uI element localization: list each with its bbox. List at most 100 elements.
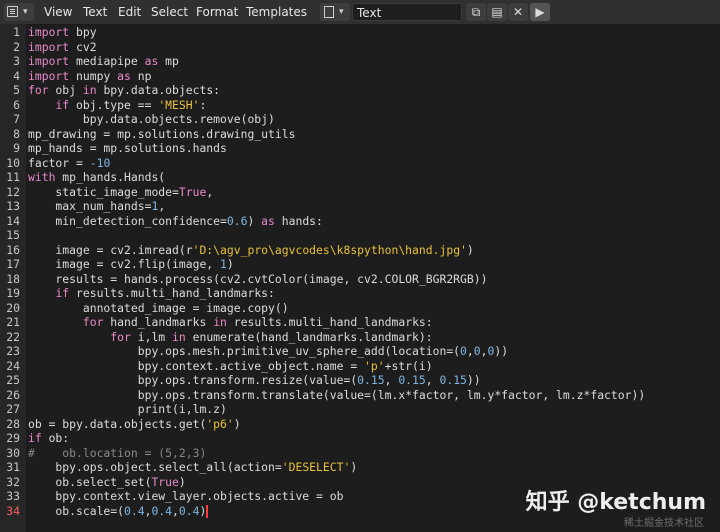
code-line[interactable]: 25 bpy.ops.transform.resize(value=(0.15,… <box>0 373 720 388</box>
line-number: 30 <box>6 445 20 460</box>
code-token: max_num_hands= <box>28 199 152 213</box>
unlink-text-button[interactable]: ✕ <box>508 3 528 21</box>
code-line[interactable]: 26 bpy.ops.transform.translate(value=(lm… <box>0 388 720 403</box>
line-number: 27 <box>6 402 20 416</box>
code-line[interactable]: 30 # ob.location = (5,2,3) <box>0 446 720 461</box>
text-name-field[interactable]: Text <box>352 3 462 21</box>
code-line[interactable]: 9 mp_hands = mp.solutions.hands <box>0 141 720 156</box>
code-line[interactable]: 18 results = hands.process(cv2.cvtColor(… <box>0 272 720 287</box>
line-number: 21 <box>6 315 20 329</box>
code-line[interactable]: 13 max_num_hands=1, <box>0 199 720 214</box>
code-text: bpy.context.active_object.name = 'p'+str… <box>28 359 433 374</box>
code-line[interactable]: 7 bpy.data.objects.remove(obj) <box>0 112 720 127</box>
code-token: cv2 <box>69 39 97 54</box>
code-token: , <box>466 344 474 358</box>
code-line[interactable]: 28 ob = bpy.data.objects.get('p6') <box>0 417 720 432</box>
code-token: 0.6 <box>226 213 248 228</box>
code-text: for obj in bpy.data.objects: <box>28 83 220 98</box>
code-token: bpy.data.objects.remove(obj) <box>28 112 275 126</box>
code-line[interactable]: 22 for i,lm in enumerate(hand_landmarks.… <box>0 330 720 345</box>
line-number: 34 <box>6 503 20 518</box>
code-text: import mediapipe as mp <box>28 54 179 69</box>
code-token: , <box>172 503 179 518</box>
open-text-button[interactable]: ▤ <box>487 3 507 21</box>
code-line[interactable]: 3 import mediapipe as mp <box>0 54 720 69</box>
line-number: 2 <box>13 39 20 54</box>
code-token: for <box>28 83 49 97</box>
code-token: as <box>261 213 275 228</box>
code-text: results = hands.process(cv2.cvtColor(ima… <box>28 272 487 287</box>
code-area[interactable]: 1 import bpy 2 import cv2 3 import mediapipe … <box>0 24 720 532</box>
new-text-button[interactable]: ⧉ <box>466 3 486 21</box>
code-line[interactable]: 27 print(i,lm.z) <box>0 402 720 417</box>
menu-edit[interactable]: Edit <box>112 0 147 24</box>
code-line[interactable]: 5 for obj in bpy.data.objects: <box>0 83 720 98</box>
code-token: mp_hands = mp.solutions.hands <box>28 141 227 155</box>
code-line[interactable]: 29 if ob: <box>0 431 720 446</box>
code-line[interactable]: 12 static_image_mode=True, <box>0 185 720 200</box>
menu-text[interactable]: Text <box>77 0 113 24</box>
line-number: 14 <box>6 213 20 228</box>
code-token: in <box>172 329 186 344</box>
code-token: min_detection_confidence= <box>28 213 227 228</box>
code-token: ob = bpy.data.objects.get( <box>28 416 207 431</box>
code-line[interactable]: 16 image = cv2.imread(r'D:\agv_pro\agvco… <box>0 243 720 258</box>
code-token: )) <box>466 373 481 387</box>
editor-type-dropdown[interactable]: ▾ <box>4 3 34 21</box>
code-token: i,lm <box>130 329 173 344</box>
code-line[interactable]: 10 factor = -10 <box>0 156 720 171</box>
code-line[interactable]: 8 mp_drawing = mp.solutions.drawing_utils <box>0 127 720 142</box>
code-token: ob.select_set( <box>28 474 152 489</box>
line-number: 19 <box>6 286 20 300</box>
menu-select[interactable]: Select <box>145 0 194 24</box>
menu-templates[interactable]: Templates <box>240 0 313 24</box>
code-line[interactable]: 14 min_detection_confidence=0.6) as hand… <box>0 214 720 229</box>
zhihu-watermark: 知乎 @ketchum <box>525 490 706 515</box>
code-text: bpy.context.view_layer.objects.active = … <box>28 489 343 504</box>
code-token: results.multi_hand_landmarks: <box>69 286 275 300</box>
code-token: bpy.ops.transform.resize(value=( <box>28 373 358 387</box>
code-text: # ob.location = (5,2,3) <box>28 446 206 461</box>
code-text: ob.select_set(True) <box>28 474 185 490</box>
code-line[interactable]: 24 bpy.context.active_object.name = 'p'+… <box>0 359 720 374</box>
run-script-button[interactable]: ▶ <box>530 3 550 21</box>
code-text: bpy.ops.mesh.primitive_uv_sphere_add(loc… <box>28 344 508 359</box>
code-line[interactable]: 6 if obj.type == 'MESH': <box>0 98 720 113</box>
menu-view[interactable]: View <box>38 0 78 24</box>
code-token: 0.15 <box>398 373 426 387</box>
code-line[interactable]: 2 import cv2 <box>0 40 720 55</box>
code-line[interactable]: 1 import bpy <box>0 25 720 40</box>
chevron-down-icon: ▾ <box>23 7 28 17</box>
code-line[interactable]: 23 bpy.ops.mesh.primitive_uv_sphere_add(… <box>0 344 720 359</box>
code-text: bpy.ops.object.select_all(action='DESELE… <box>28 460 357 475</box>
line-number: 23 <box>6 344 20 358</box>
code-line[interactable]: 17 image = cv2.flip(image, 1) <box>0 257 720 272</box>
code-line[interactable]: 21 for hand_landmarks in results.multi_h… <box>0 315 720 330</box>
code-token: ) <box>247 213 262 228</box>
close-icon: ✕ <box>512 5 524 19</box>
line-number: 33 <box>6 489 20 503</box>
code-line[interactable]: 11 with mp_hands.Hands( <box>0 170 720 185</box>
code-token: numpy <box>69 68 118 83</box>
code-text: for i,lm in enumerate(hand_landmarks.lan… <box>28 329 432 345</box>
code-line[interactable]: 15 <box>0 228 720 243</box>
code-token: -10 <box>89 155 111 170</box>
code-token: True <box>178 184 207 199</box>
code-line[interactable]: 31 bpy.ops.object.select_all(action='DES… <box>0 460 720 475</box>
code-token: mp <box>158 54 179 68</box>
code-line[interactable]: 19 if results.multi_hand_landmarks: <box>0 286 720 301</box>
code-line[interactable]: 4 import numpy as np <box>0 69 720 84</box>
code-line[interactable]: 20 annotated_image = image.copy() <box>0 301 720 316</box>
code-text: if ob: <box>28 431 69 446</box>
code-token: in <box>213 315 227 329</box>
code-token: np <box>130 68 152 83</box>
code-text: annotated_image = image.copy() <box>28 301 289 316</box>
code-token: image = cv2.flip(image, <box>28 257 221 271</box>
code-token: print(i,lm.z) <box>28 402 227 416</box>
code-text: with mp_hands.Hands( <box>28 170 165 185</box>
menu-format[interactable]: Format <box>190 0 244 24</box>
text-datablock-dropdown[interactable]: ▾ <box>320 3 350 21</box>
code-text: print(i,lm.z) <box>28 402 227 417</box>
